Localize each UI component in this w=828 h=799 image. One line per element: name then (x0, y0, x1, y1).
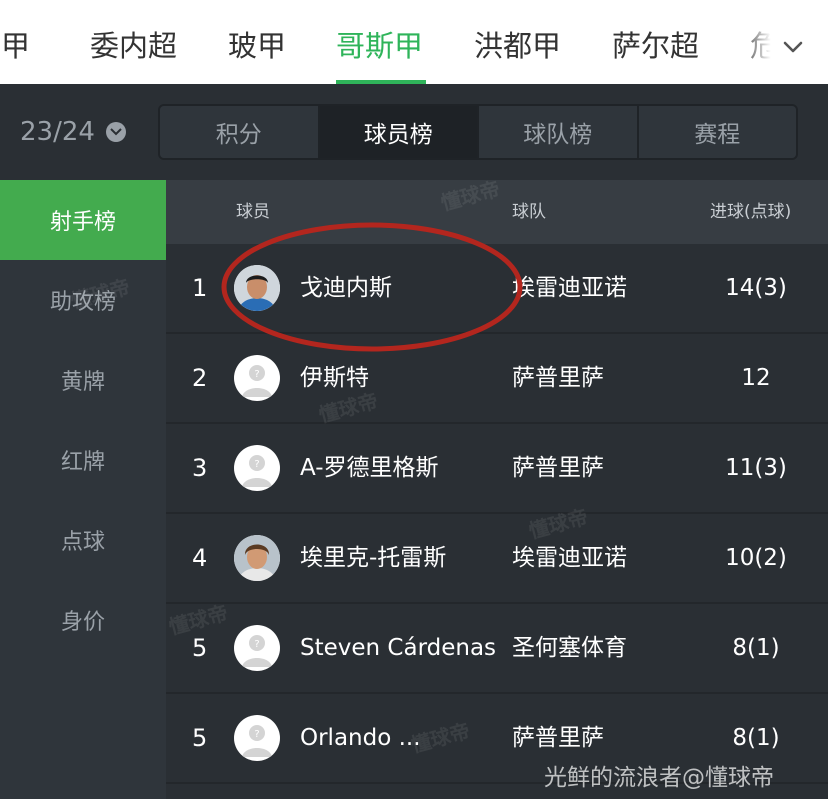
league-tab-honduras[interactable]: 洪都甲 (474, 26, 561, 66)
table-row[interactable]: 5 ? Steven Cárdenas 圣何塞体育 8(1) (166, 604, 828, 694)
sidebar-item-yellow-cards[interactable]: 黄牌 (0, 340, 166, 420)
player-name[interactable]: A-罗德里格斯 (300, 424, 439, 512)
column-header-goals: 进球(点球) (710, 202, 792, 222)
tab-schedule[interactable]: 赛程 (638, 106, 796, 158)
table-row[interactable]: 3 ? A-罗德里格斯 萨普里萨 11(3) (166, 424, 828, 514)
table-row[interactable]: 1 戈迪内斯 埃雷迪亚诺 14(3) (166, 244, 828, 334)
column-header-team: 球队 (512, 202, 546, 222)
player-name[interactable]: Steven Cárdenas (300, 604, 496, 692)
player-name[interactable]: 戈迪内斯 (300, 244, 392, 332)
goals-value: 14(3) (725, 275, 787, 301)
league-tab-laliga[interactable]: 西甲 (0, 26, 30, 66)
view-segmented-control: 积分 球员榜 球队榜 赛程 (158, 104, 798, 160)
league-tab-el-salvador[interactable]: 萨尔超 (612, 26, 699, 66)
image-credit: 光鲜的流浪者@懂球帝 (544, 765, 774, 791)
stat-category-sidebar: 射手榜 助攻榜 黄牌 红牌 点球 身价 (0, 180, 166, 799)
league-tab-bolivia[interactable]: 玻甲 (228, 26, 286, 66)
sidebar-item-top-scorers[interactable]: 射手榜 (0, 180, 166, 260)
avatar-placeholder-icon: ? (234, 355, 280, 401)
season-selector[interactable]: 23/24 (20, 114, 95, 150)
svg-text:?: ? (254, 729, 259, 740)
sidebar-item-red-cards[interactable]: 红牌 (0, 420, 166, 500)
player-name[interactable]: 埃里克-托雷斯 (300, 514, 446, 602)
player-photo-icon (234, 535, 280, 581)
team-name[interactable]: 埃雷迪亚诺 (512, 244, 627, 332)
svg-text:?: ? (254, 369, 259, 380)
svg-text:?: ? (254, 639, 259, 650)
avatar-placeholder-icon: ? (234, 445, 280, 491)
team-name[interactable]: 萨普里萨 (512, 424, 604, 512)
goals-value: 11(3) (725, 455, 787, 481)
rank: 1 (192, 274, 208, 302)
team-name[interactable]: 萨普里萨 (512, 334, 604, 422)
league-tab-bar: 西甲 委内超 玻甲 哥斯甲 洪都甲 萨尔超 危 (0, 0, 828, 84)
tab-standings[interactable]: 积分 (160, 106, 320, 158)
svg-text:?: ? (254, 459, 259, 470)
sidebar-item-market-value[interactable]: 身价 (0, 580, 166, 660)
table-row[interactable]: 4 埃里克-托雷斯 埃雷迪亚诺 10(2) (166, 514, 828, 604)
avatar-placeholder-icon: ? (234, 625, 280, 671)
table-row[interactable]: 2 ? 伊斯特 萨普里萨 12 (166, 334, 828, 424)
controls-bar: 23/24 积分 球员榜 球队榜 赛程 (0, 84, 828, 180)
avatar-placeholder-icon: ? (234, 715, 280, 761)
goals-value: 8(1) (732, 635, 780, 661)
player-name[interactable]: Orlando ... (300, 694, 421, 782)
rank: 4 (192, 544, 208, 572)
goals-value: 10(2) (725, 545, 787, 571)
league-tab-costa-rica[interactable]: 哥斯甲 (336, 26, 423, 66)
tab-team-ranking[interactable]: 球队榜 (479, 106, 639, 158)
column-header-player: 球员 (236, 202, 270, 222)
chevron-down-icon[interactable] (783, 37, 803, 57)
sidebar-item-penalties[interactable]: 点球 (0, 500, 166, 580)
chevron-down-icon[interactable] (106, 122, 126, 142)
rank: 2 (192, 364, 208, 392)
scorers-table: 球员 球队 进球(点球) 1 戈迪内斯 埃雷迪亚诺 14(3) 2 ? 伊斯特 … (166, 180, 828, 799)
player-photo-icon (234, 265, 280, 311)
rank: 3 (192, 454, 208, 482)
goals-value: 12 (741, 365, 771, 391)
tab-player-ranking[interactable]: 球员榜 (319, 106, 479, 158)
league-tab-venezuela[interactable]: 委内超 (90, 26, 177, 66)
rank: 5 (192, 724, 208, 752)
team-name[interactable]: 圣何塞体育 (512, 604, 627, 692)
